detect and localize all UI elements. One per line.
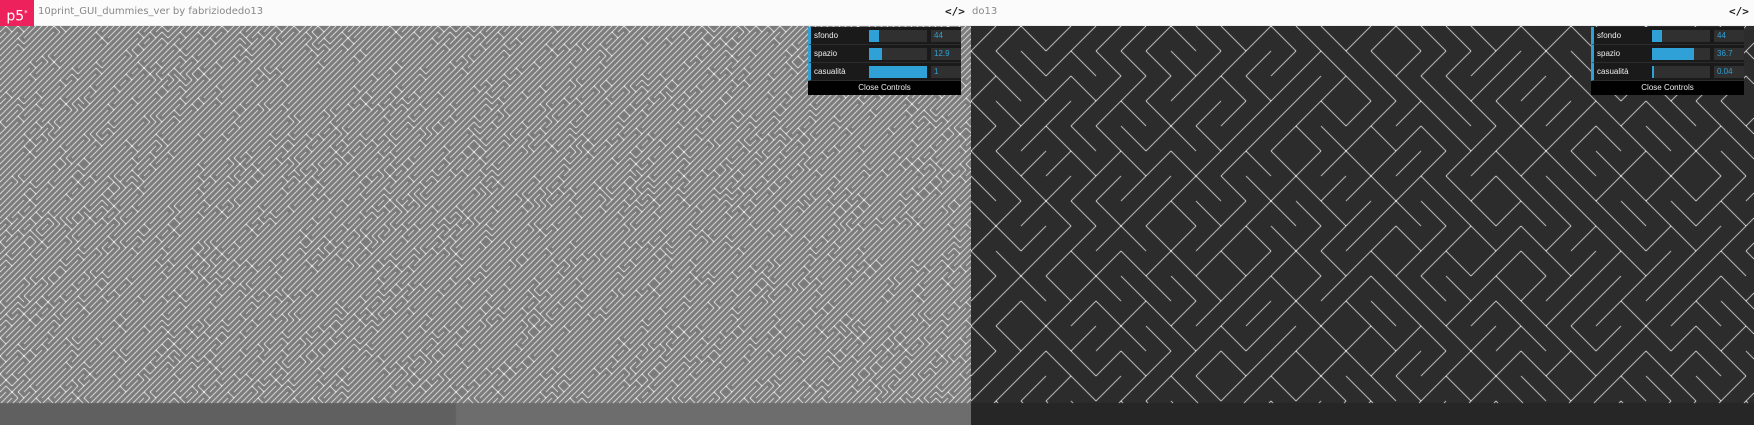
sfondo-slider[interactable]	[1652, 30, 1710, 42]
view-code-icon[interactable]: </>	[1729, 5, 1749, 18]
controls-panel: sfondo 44 spazio 12.9 casualità 1 Close …	[808, 27, 961, 95]
casualita-slider[interactable]	[869, 66, 927, 78]
casualita-value-input[interactable]: 0.04	[1714, 66, 1744, 78]
editor-topbar: do13 </>	[971, 0, 1754, 26]
sketch-title[interactable]: 10print_GUI_dummies_ver by fabriziodedo1…	[38, 6, 263, 17]
sketch-title[interactable]: do13	[972, 6, 997, 17]
control-label: casualità	[814, 67, 846, 76]
close-controls-button[interactable]: Close Controls	[1591, 81, 1744, 95]
casualita-value-input[interactable]: 1	[931, 66, 961, 78]
sketch-pane-right: do13 </> sfondo 44 spazio 36.7 casualità…	[971, 0, 1754, 425]
control-sfondo: sfondo 44	[1591, 27, 1744, 45]
control-label: spazio	[1597, 49, 1621, 58]
control-label: spazio	[814, 49, 838, 58]
control-label: casualità	[1597, 67, 1629, 76]
control-label: sfondo	[814, 31, 839, 40]
spazio-value-input[interactable]: 12.9	[931, 48, 961, 60]
controls-panel: sfondo 44 spazio 36.7 casualità 0.04 Clo…	[1591, 27, 1744, 95]
sfondo-value-input[interactable]: 44	[1714, 30, 1744, 42]
control-spazio: spazio 12.9	[808, 45, 961, 63]
view-code-icon[interactable]: </>	[945, 5, 965, 18]
control-casualita: casualità 0.04	[1591, 63, 1744, 81]
control-casualita: casualità 1	[808, 63, 961, 81]
control-label: sfondo	[1597, 31, 1622, 40]
sfondo-value-input[interactable]: 44	[931, 30, 961, 42]
spazio-slider[interactable]	[1652, 48, 1710, 60]
casualita-slider[interactable]	[1652, 66, 1710, 78]
p5-logo[interactable]: p5*	[0, 0, 34, 26]
sfondo-slider[interactable]	[869, 30, 927, 42]
editor-topbar: p5* 10print_GUI_dummies_ver by fabriziod…	[0, 0, 971, 26]
control-sfondo: sfondo 44	[808, 27, 961, 45]
sketch-pane-left: p5* 10print_GUI_dummies_ver by fabriziod…	[0, 0, 971, 425]
control-spazio: spazio 36.7	[1591, 45, 1744, 63]
close-controls-button[interactable]: Close Controls	[808, 81, 961, 95]
spazio-slider[interactable]	[869, 48, 927, 60]
spazio-value-input[interactable]: 36.7	[1714, 48, 1744, 60]
